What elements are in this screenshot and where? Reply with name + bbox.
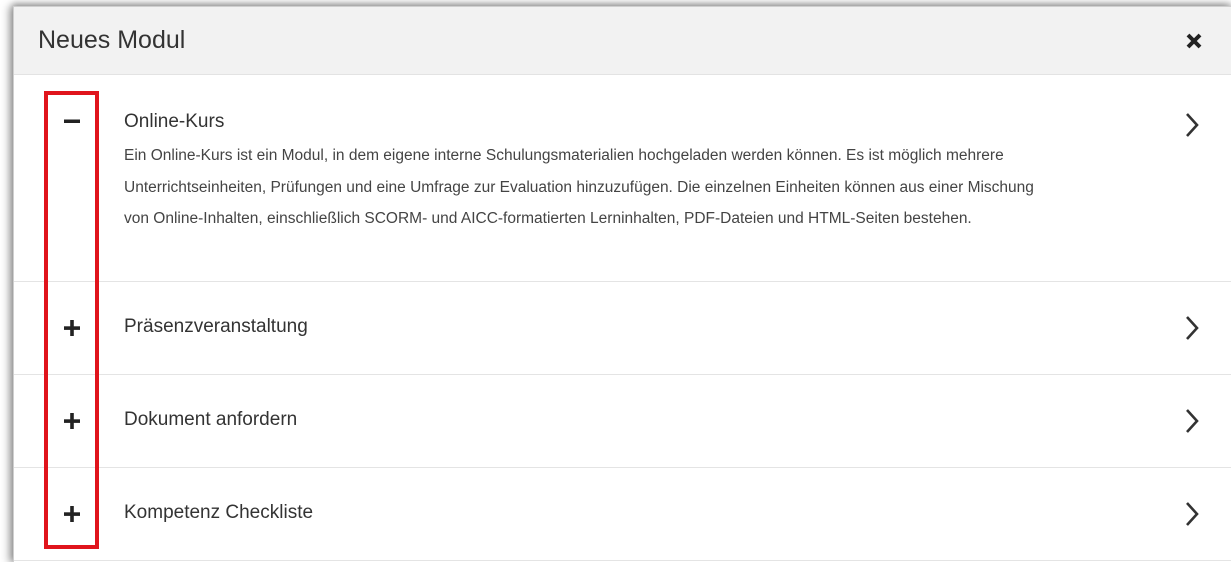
chevron-right-icon[interactable]: [1184, 407, 1200, 435]
module-option-praesenzveranstaltung[interactable]: Präsenzveranstaltung: [14, 282, 1231, 375]
expand-toggle[interactable]: [62, 318, 82, 338]
dialog-header: Neues Modul: [14, 7, 1231, 75]
new-module-dialog: Neues Modul Online-Kurs Ein Online-Kurs …: [13, 6, 1231, 562]
dialog-title: Neues Modul: [38, 26, 186, 54]
module-option-kompetenz-checkliste[interactable]: Kompetenz Checkliste: [14, 468, 1231, 561]
module-option-description: Ein Online-Kurs ist ein Modul, in dem ei…: [124, 147, 1034, 227]
module-option-title: Präsenzveranstaltung: [124, 316, 308, 337]
module-option-title: Kompetenz Checkliste: [124, 502, 314, 523]
module-option-dokument-anfordern[interactable]: Dokument anfordern: [14, 375, 1231, 468]
chevron-right-icon[interactable]: [1184, 314, 1200, 342]
plus-icon: [64, 506, 80, 522]
minus-icon: [64, 119, 80, 123]
expand-toggle[interactable]: [62, 504, 82, 524]
collapse-toggle[interactable]: [62, 111, 82, 131]
screenshot-stage: Neues Modul Online-Kurs Ein Online-Kurs …: [0, 0, 1231, 562]
plus-icon: [64, 320, 80, 336]
chevron-right-icon[interactable]: [1184, 111, 1200, 139]
chevron-right-icon[interactable]: [1184, 500, 1200, 528]
module-option-title: Online-Kurs: [124, 111, 225, 132]
plus-icon: [64, 413, 80, 429]
close-button[interactable]: [1182, 29, 1206, 53]
module-option-online-kurs[interactable]: Online-Kurs Ein Online-Kurs ist ein Modu…: [14, 75, 1231, 282]
expand-toggle[interactable]: [62, 411, 82, 431]
close-icon: [1186, 33, 1202, 48]
module-option-title: Dokument anfordern: [124, 409, 298, 430]
